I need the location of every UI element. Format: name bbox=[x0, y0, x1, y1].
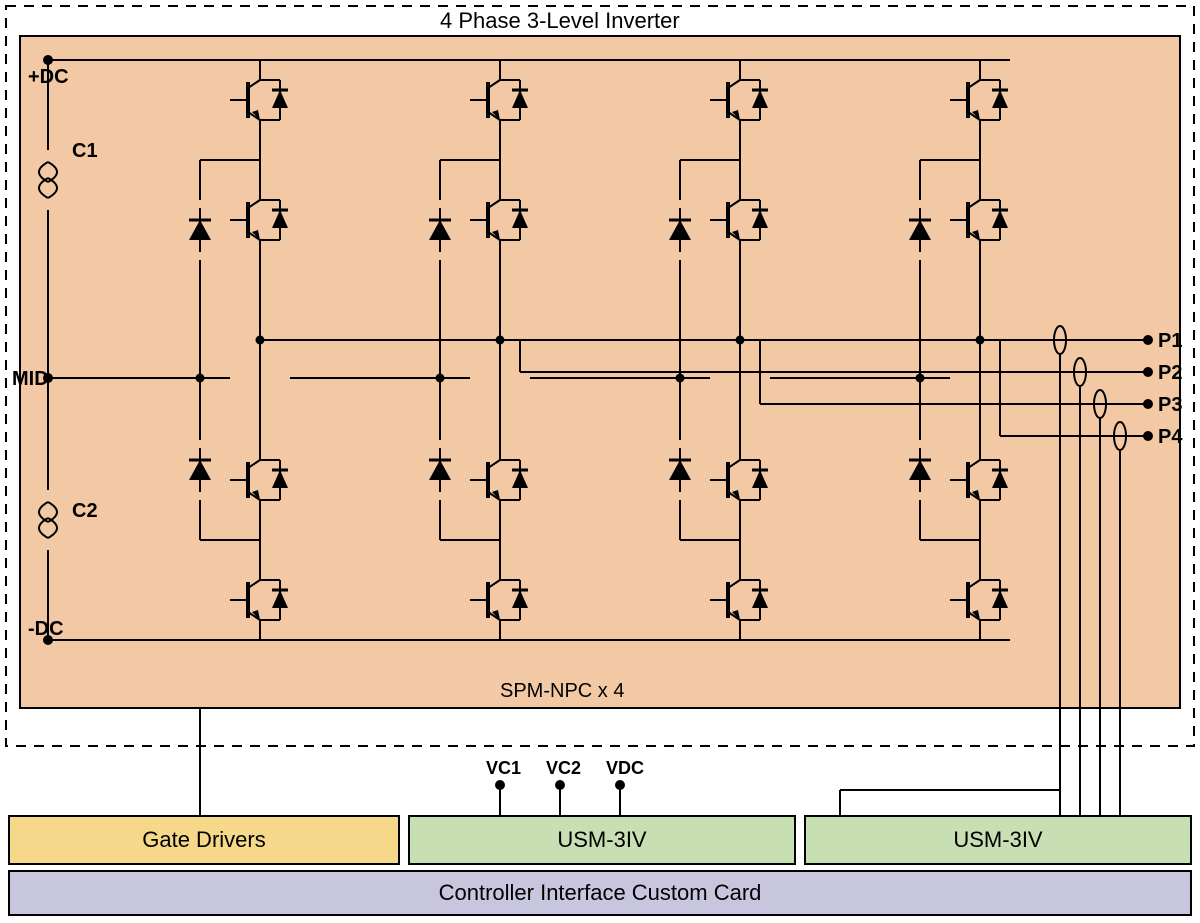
block-ctrl-label: Controller Interface Custom Card bbox=[439, 880, 762, 906]
label-p4: P4 bbox=[1158, 426, 1182, 449]
label-vc2: VC2 bbox=[546, 758, 581, 779]
label-negdc: -DC bbox=[28, 618, 64, 641]
label-p2: P2 bbox=[1158, 362, 1182, 385]
label-vdc: VDC bbox=[606, 758, 644, 779]
block-gate-label: Gate Drivers bbox=[142, 827, 265, 853]
block-usm-1: USM-3IV bbox=[408, 815, 796, 865]
label-p3: P3 bbox=[1158, 394, 1182, 417]
label-module: SPM-NPC x 4 bbox=[500, 680, 624, 703]
label-mid: MID bbox=[12, 368, 49, 391]
label-c1: C1 bbox=[72, 140, 98, 163]
diagram-root: 4 Phase 3-Level Inverter +DC MID -DC C1 … bbox=[0, 0, 1200, 923]
title: 4 Phase 3-Level Inverter bbox=[440, 8, 680, 34]
label-vc1: VC1 bbox=[486, 758, 521, 779]
block-controller-card: Controller Interface Custom Card bbox=[8, 870, 1192, 916]
block-usm-2: USM-3IV bbox=[804, 815, 1192, 865]
label-posdc: +DC bbox=[28, 66, 69, 89]
label-c2: C2 bbox=[72, 500, 98, 523]
schematic-svg bbox=[0, 0, 1200, 923]
block-gate-drivers: Gate Drivers bbox=[8, 815, 400, 865]
block-usm2-label: USM-3IV bbox=[953, 827, 1042, 853]
block-usm1-label: USM-3IV bbox=[557, 827, 646, 853]
label-p1: P1 bbox=[1158, 330, 1182, 353]
